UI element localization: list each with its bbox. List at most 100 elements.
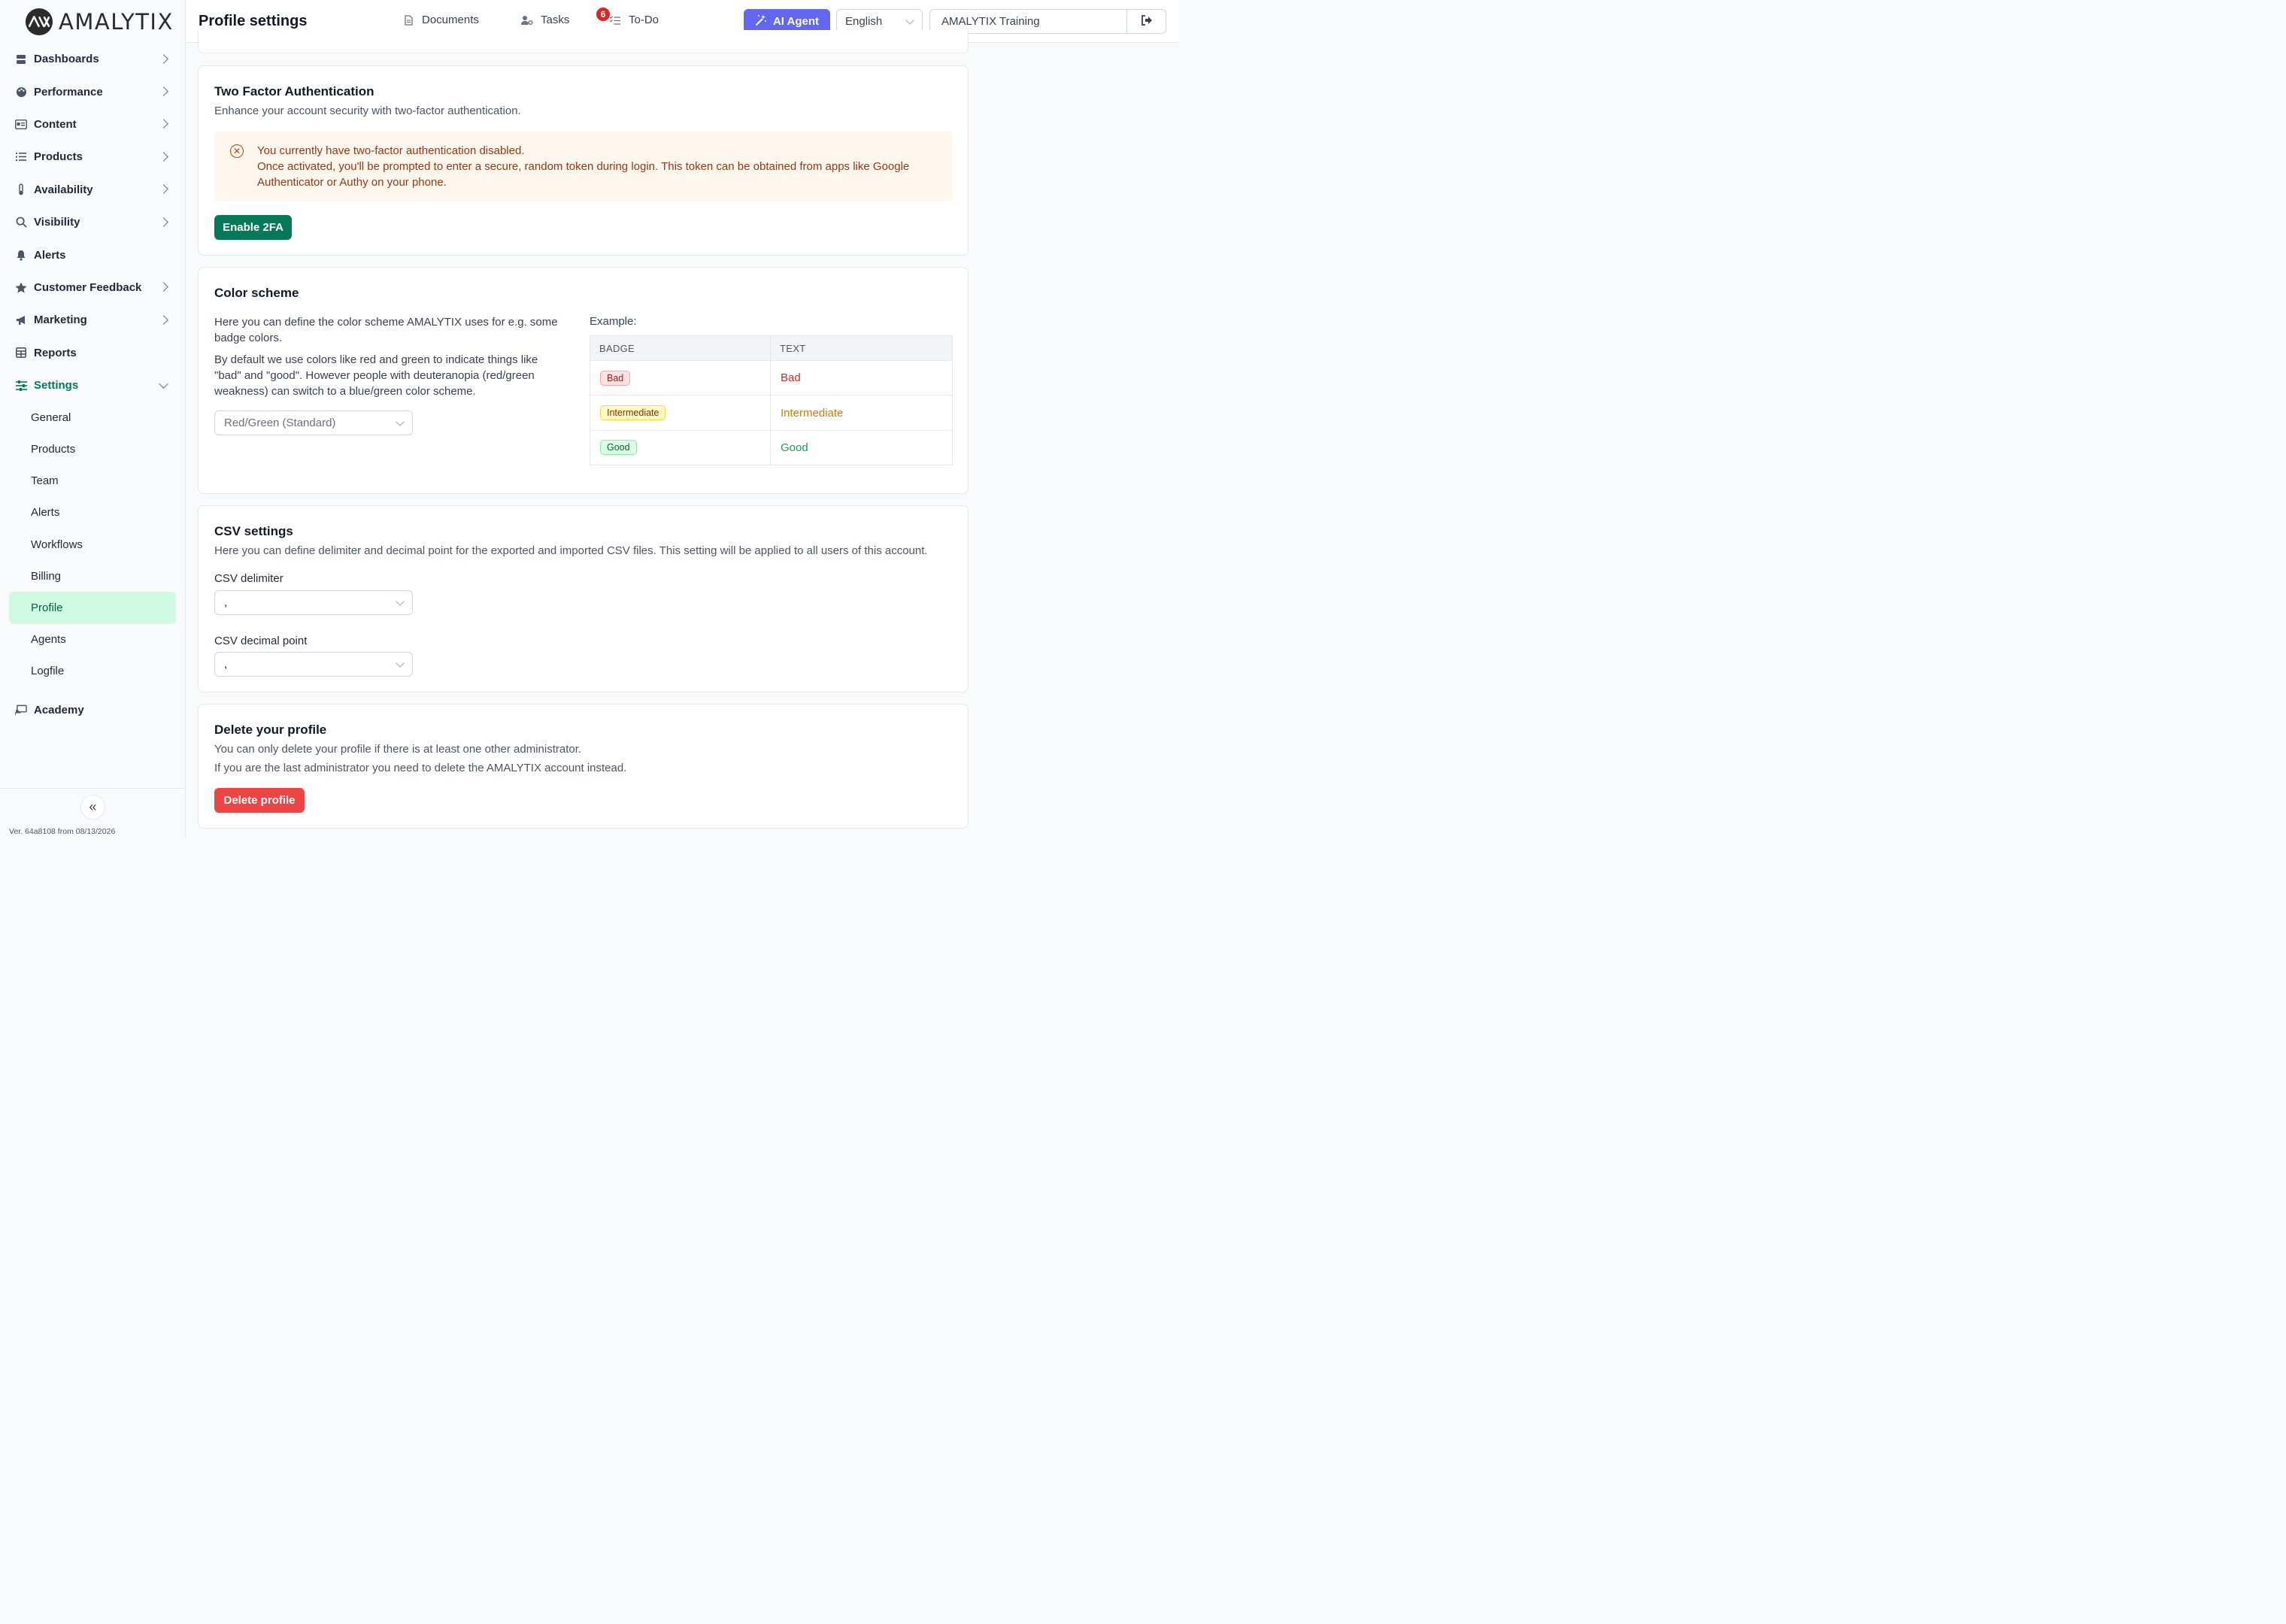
settings-sub-general[interactable]: General [9, 401, 176, 433]
chevron-right-icon [159, 217, 168, 227]
sidebar-item-performance[interactable]: Performance [9, 75, 176, 108]
sidebar-item-customer-feedback[interactable]: Customer Feedback [9, 271, 176, 304]
settings-sub-profile[interactable]: Profile [9, 592, 176, 624]
checklist-icon [609, 14, 621, 26]
settings-sub-team[interactable]: Team [9, 465, 176, 497]
sidebar-item-label: Availability [34, 183, 93, 196]
logo-text: AMALYTIX [59, 9, 174, 35]
two-factor-title: Two Factor Authentication [214, 84, 374, 98]
sidebar-item-label: Content [34, 117, 77, 131]
delete-profile-title: Delete your profile [214, 723, 327, 737]
chevron-right-icon [159, 53, 168, 64]
sliders-icon [15, 380, 27, 392]
chevron-right-icon [159, 119, 168, 129]
csv-decimal-label: CSV decimal point [214, 635, 308, 647]
color-scheme-description-1: Here you can define the color scheme AMA… [214, 316, 558, 344]
column-header-text: TEXT [770, 335, 953, 361]
documents-link[interactable]: Documents [402, 14, 479, 26]
table-row: Good Good [590, 429, 953, 466]
settings-sub-logfile[interactable]: Logfile [9, 656, 176, 687]
todo-label: To-Do [629, 14, 659, 26]
delete-profile-button[interactable]: Delete profile [214, 788, 305, 813]
table-icon [15, 347, 27, 359]
logout-button[interactable] [1126, 10, 1166, 33]
sidebar-item-marketing[interactable]: Marketing [9, 304, 176, 336]
delete-profile-card: Delete your profile You can only delete … [198, 704, 969, 829]
table-row: Intermediate Intermediate [590, 395, 953, 431]
user-gear-icon [521, 14, 533, 26]
bad-text: Bad [770, 359, 953, 396]
tasks-link[interactable]: Tasks [521, 14, 569, 26]
color-scheme-description-2: By default we use colors like red and gr… [214, 353, 538, 398]
thermometer-icon [15, 183, 27, 195]
previous-card-bottom [198, 30, 969, 53]
sidebar-item-settings[interactable]: Settings [9, 369, 176, 401]
sidebar-item-reports[interactable]: Reports [9, 337, 176, 369]
logo[interactable]: AMALYTIX [24, 8, 174, 36]
sidebar-item-label: Customer Feedback [34, 280, 142, 294]
chevron-down-icon [905, 15, 914, 25]
document-icon [402, 14, 414, 26]
amalytix-logo-icon [25, 8, 53, 36]
sidebar-item-alerts[interactable]: Alerts [9, 238, 176, 271]
sidebar-item-label: Products [34, 150, 83, 164]
settings-sub-agents[interactable]: Agents [9, 624, 176, 656]
column-header-badge: BADGE [590, 335, 771, 361]
ai-agent-label: AI Agent [772, 15, 820, 28]
good-badge: Good [600, 440, 637, 456]
sidebar-item-label: Visibility [34, 216, 80, 229]
color-scheme-title: Color scheme [214, 286, 299, 300]
list-icon [15, 151, 27, 163]
bell-icon [15, 249, 27, 261]
sidebar-item-label: Marketing [34, 314, 87, 327]
intermediate-badge: Intermediate [600, 405, 666, 421]
csv-decimal-select[interactable]: , [214, 652, 413, 677]
settings-sub-products[interactable]: Products [9, 433, 176, 465]
color-scheme-select[interactable]: Red/Green (Standard) [214, 411, 413, 435]
intermediate-text: Intermediate [770, 395, 953, 431]
sidebar-item-academy[interactable]: Academy [9, 694, 176, 726]
sidebar-item-visibility[interactable]: Visibility [9, 206, 176, 238]
csv-settings-card: CSV settings Here you can define delimit… [198, 505, 969, 692]
color-scheme-value: Red/Green (Standard) [224, 417, 336, 429]
account-name: AMALYTIX Training [941, 15, 1040, 28]
magic-wand-icon [755, 14, 767, 29]
star-icon [15, 281, 27, 293]
tasks-label: Tasks [541, 14, 570, 26]
enable-2fa-button[interactable]: Enable 2FA [214, 215, 292, 240]
chevron-right-icon [159, 151, 168, 162]
chevron-down-icon [159, 378, 168, 389]
settings-sub-billing[interactable]: Billing [9, 560, 176, 592]
search-icon [15, 217, 27, 229]
sidebar-nav: Dashboards Performance Content Products … [9, 43, 176, 726]
todo-link[interactable]: To-Do [609, 14, 659, 26]
chevron-right-icon [159, 282, 168, 292]
csv-decimal-value: , [224, 658, 228, 671]
sidebar-item-label: Performance [34, 85, 103, 98]
two-factor-warning: ✕ You currently have two-factor authenti… [214, 132, 953, 201]
collapse-sidebar-button[interactable]: « [80, 795, 105, 820]
two-factor-card: Two Factor Authentication Enhance your a… [198, 65, 969, 256]
settings-sub-alerts[interactable]: Alerts [9, 497, 176, 529]
color-example-table: BADGE TEXT Bad Bad Intermediate Intermed… [590, 335, 953, 466]
chevron-down-icon [396, 417, 405, 426]
sidebar-divider [0, 788, 186, 789]
settings-sub-workflows[interactable]: Workflows [9, 529, 176, 560]
sidebar-item-content[interactable]: Content [9, 108, 176, 141]
logout-icon [1141, 14, 1153, 29]
color-scheme-card: Color scheme Here you can define the col… [198, 267, 969, 494]
sidebar: AMALYTIX Dashboards Performance Content … [0, 0, 186, 838]
csv-subtitle: Here you can define delimiter and decima… [214, 544, 928, 557]
double-chevron-left-icon: « [89, 799, 97, 814]
documents-label: Documents [422, 14, 479, 26]
chevron-right-icon [159, 184, 168, 195]
server-icon [15, 53, 27, 65]
sidebar-item-availability[interactable]: Availability [9, 174, 176, 206]
sidebar-item-dashboards[interactable]: Dashboards [9, 43, 176, 75]
warning-text: You currently have two-factor authentica… [257, 143, 941, 190]
example-label: Example: [590, 315, 637, 328]
page-title: Profile settings [199, 13, 308, 29]
sidebar-item-products[interactable]: Products [9, 141, 176, 173]
csv-delimiter-select[interactable]: , [214, 590, 413, 615]
csv-delimiter-label: CSV delimiter [214, 572, 283, 585]
